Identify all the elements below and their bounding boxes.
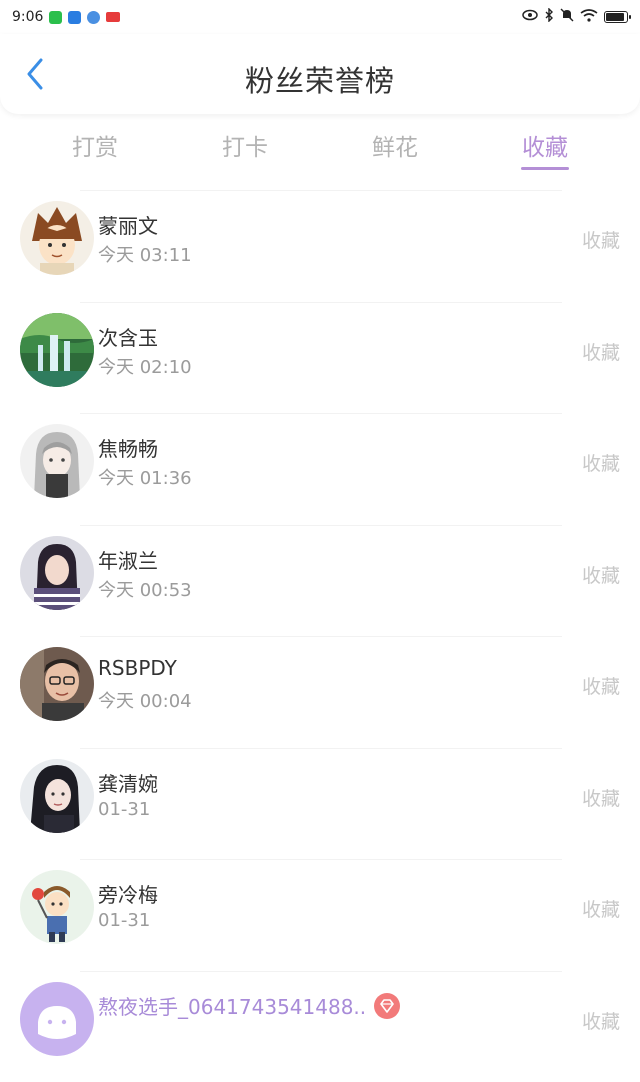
list-item[interactable]: 熬夜选手_0641743541488.. 收藏 xyxy=(0,971,640,1082)
fan-name: 蒙丽文 xyxy=(98,210,158,239)
favorite-label: 收藏 xyxy=(582,1007,620,1034)
fan-time: 01-31 xyxy=(98,910,150,931)
status-right xyxy=(522,8,628,26)
tab-flowers[interactable]: 鲜花 xyxy=(320,120,470,176)
header: 粉丝荣誉榜 xyxy=(0,34,640,114)
status-time: 9:06 xyxy=(12,9,43,25)
anime-boy-avatar xyxy=(20,201,94,275)
active-tab-indicator xyxy=(521,167,569,170)
browser-icon xyxy=(87,11,100,24)
favorite-label: 收藏 xyxy=(582,338,620,365)
tab-favorites[interactable]: 收藏 xyxy=(470,120,620,176)
fan-name: 熬夜选手_0641743541488.. xyxy=(98,991,400,1022)
fan-time: 今天 00:04 xyxy=(98,687,192,713)
tab-label: 收藏 xyxy=(522,135,568,161)
fan-name: 龚清婉 xyxy=(98,768,158,797)
status-left: 9:06 xyxy=(12,9,120,25)
fan-name: 年淑兰 xyxy=(98,545,158,574)
wifi-icon xyxy=(580,9,598,26)
list-item[interactable]: 年淑兰 今天 00:53 收藏 xyxy=(0,525,640,637)
fan-name: 焦畅畅 xyxy=(98,433,158,462)
fan-time: 今天 00:53 xyxy=(98,576,192,602)
default-purple-avatar xyxy=(20,982,94,1056)
battery-icon xyxy=(604,11,628,23)
mute-icon xyxy=(560,8,574,26)
list-item[interactable]: 次含玉 今天 02:10 收藏 xyxy=(0,302,640,414)
girl-photo-avatar xyxy=(20,536,94,610)
tab-label: 鲜花 xyxy=(372,135,418,161)
fan-name: RSBPDY xyxy=(98,656,177,680)
fan-time: 今天 02:10 xyxy=(98,353,192,379)
fan-time: 今天 03:11 xyxy=(98,241,192,267)
fan-list: 蒙丽文 今天 03:11 收藏 次含玉 今天 02:10 收藏 xyxy=(0,190,640,1082)
fan-name-text: 熬夜选手_0641743541488.. xyxy=(98,995,366,1019)
list-item[interactable]: RSBPDY 今天 00:04 收藏 xyxy=(0,636,640,748)
favorite-label: 收藏 xyxy=(582,226,620,253)
list-item[interactable]: 蒙丽文 今天 03:11 收藏 xyxy=(0,190,640,302)
divider xyxy=(80,971,562,972)
favorite-label: 收藏 xyxy=(582,672,620,699)
divider xyxy=(80,748,562,749)
favorite-label: 收藏 xyxy=(582,784,620,811)
fan-time: 今天 01:36 xyxy=(98,464,192,490)
list-item[interactable]: 焦畅畅 今天 01:36 收藏 xyxy=(0,413,640,525)
waterfall-avatar xyxy=(20,313,94,387)
notification-badge-icon xyxy=(106,12,120,22)
tab-checkin[interactable]: 打卡 xyxy=(170,120,320,176)
page-title: 粉丝荣誉榜 xyxy=(0,58,640,100)
divider xyxy=(80,190,562,191)
app-icon xyxy=(68,11,81,24)
divider xyxy=(80,859,562,860)
tab-label: 打卡 xyxy=(222,135,268,161)
tab-reward[interactable]: 打赏 xyxy=(20,120,170,176)
list-item[interactable]: 龚清婉 01-31 收藏 xyxy=(0,748,640,860)
favorite-label: 收藏 xyxy=(582,561,620,588)
bluetooth-icon xyxy=(544,8,554,26)
fan-name: 次含玉 xyxy=(98,322,158,351)
cartoon-boy-avatar xyxy=(20,870,94,944)
eye-icon xyxy=(522,9,538,25)
fan-name: 旁冷梅 xyxy=(98,879,158,908)
divider xyxy=(80,302,562,303)
man-glasses-avatar xyxy=(20,647,94,721)
status-bar: 9:06 xyxy=(0,0,640,34)
tab-bar: 打赏 打卡 鲜花 收藏 xyxy=(20,120,620,176)
divider xyxy=(80,413,562,414)
diamond-icon xyxy=(374,993,400,1019)
divider xyxy=(80,525,562,526)
tab-label: 打赏 xyxy=(72,135,118,161)
divider xyxy=(80,636,562,637)
favorite-label: 收藏 xyxy=(582,449,620,476)
anime-girl-avatar xyxy=(20,424,94,498)
favorite-label: 收藏 xyxy=(582,895,620,922)
woman-photo-avatar xyxy=(20,759,94,833)
wechat-icon xyxy=(49,11,62,24)
list-item[interactable]: 旁冷梅 01-31 收藏 xyxy=(0,859,640,971)
fan-time: 01-31 xyxy=(98,799,150,820)
